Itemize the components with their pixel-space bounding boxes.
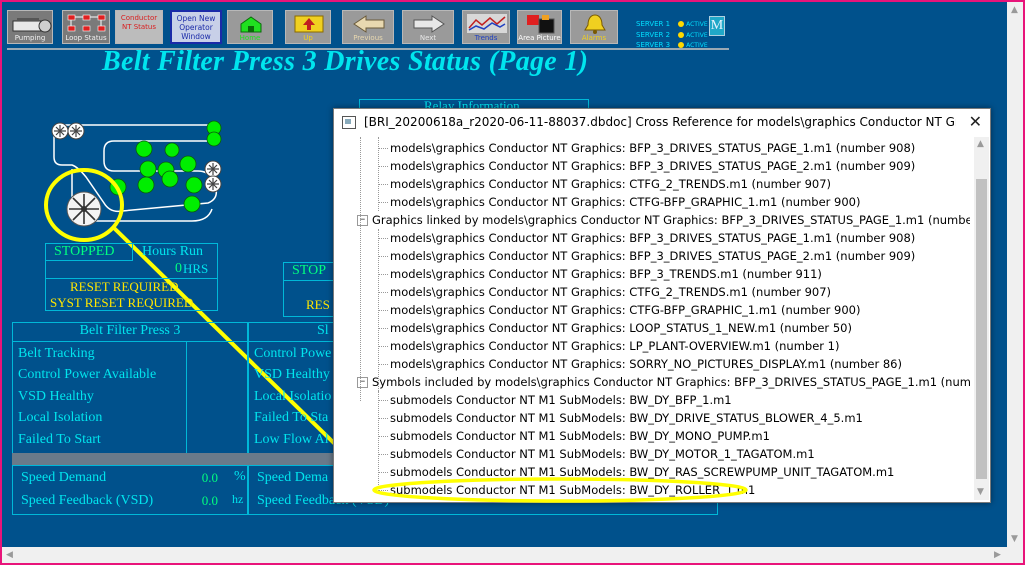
tree-item[interactable]: models\graphics Conductor NT Graphics: B… xyxy=(390,247,915,265)
tree-item[interactable]: models\graphics Conductor NT Graphics: L… xyxy=(390,337,839,355)
tree-connector xyxy=(378,184,388,185)
tree-connector xyxy=(378,274,388,275)
collapse-toggle-icon[interactable]: − xyxy=(357,377,368,388)
status-row: Local Isolation xyxy=(18,410,103,425)
tree-connector xyxy=(378,292,388,293)
tree-connector xyxy=(378,256,388,257)
scroll-up-icon[interactable]: ▲ xyxy=(977,139,984,149)
hours-run-value: 0 xyxy=(175,261,182,276)
tree-connector xyxy=(378,166,388,167)
tree-item[interactable]: models\graphics Conductor NT Graphics: B… xyxy=(390,157,915,175)
status-row: Low Flow Al xyxy=(254,432,329,447)
tree-item[interactable]: submodels Conductor NT M1 SubModels: BW_… xyxy=(390,445,815,463)
tree-item[interactable]: models\graphics Conductor NT Graphics: S… xyxy=(390,355,902,373)
tree-connector xyxy=(378,400,388,401)
scrollbar-corner xyxy=(1007,547,1023,563)
scroll-right-icon[interactable]: ▶ xyxy=(994,550,1001,560)
scrollbar-thumb[interactable] xyxy=(976,179,987,479)
speed-feedback-unit: hz xyxy=(232,492,244,506)
status-row: Failed To Sta xyxy=(254,410,329,425)
dialog-title: [BRI_20200618a_r2020-06-11-88037.dbdoc] … xyxy=(364,115,956,129)
tree-item[interactable]: models\graphics Conductor NT Graphics: B… xyxy=(390,229,915,247)
scroll-down-icon[interactable]: ▼ xyxy=(1011,534,1018,544)
panel-separator xyxy=(12,453,248,465)
vertical-scrollbar[interactable]: ▲ ▼ xyxy=(1007,2,1023,547)
drive1-state: STOPPED xyxy=(54,244,115,259)
panel-header: Sl xyxy=(317,323,329,338)
tree-guide-line xyxy=(360,137,361,401)
status-row: Control Power Available xyxy=(18,367,157,382)
tree-connector xyxy=(378,418,388,419)
hours-run-label: Hours Run xyxy=(142,244,204,259)
tree-item[interactable]: models\graphics Conductor NT Graphics: C… xyxy=(390,301,860,319)
speed-feedback-label: Speed Feedback (VSD) xyxy=(21,493,154,508)
status-row: VSD Healthy xyxy=(254,367,330,382)
speed-demand-unit: % xyxy=(234,469,246,484)
status-row: Control Powe xyxy=(254,346,332,361)
highlight-circle xyxy=(44,168,124,242)
close-icon[interactable]: ✕ xyxy=(969,112,982,131)
speed-demand-label: Speed Dema xyxy=(257,470,329,485)
window-icon xyxy=(342,116,356,129)
tree-connector xyxy=(378,436,388,437)
tree-item[interactable]: models\graphics Conductor NT Graphics: C… xyxy=(390,193,860,211)
tree-connector xyxy=(378,454,388,455)
scroll-down-icon[interactable]: ▼ xyxy=(977,487,984,497)
tree-item[interactable]: models\graphics Conductor NT Graphics: L… xyxy=(390,319,852,337)
tree-connector xyxy=(378,364,388,365)
tree-item[interactable]: models\graphics Conductor NT Graphics: B… xyxy=(390,139,915,157)
reset-required-label: RESET REQUIRED xyxy=(70,279,179,294)
tree-connector xyxy=(378,346,388,347)
tree-item[interactable]: models\graphics Conductor NT Graphics: C… xyxy=(390,175,831,193)
hours-run-unit: HRS xyxy=(183,261,209,276)
syst-reset-required-label: SYST RESET REQUIRED xyxy=(50,295,194,310)
cross-reference-dialog: [BRI_20200618a_r2020-06-11-88037.dbdoc] … xyxy=(333,108,991,503)
collapse-toggle-icon[interactable]: − xyxy=(357,215,368,226)
tree-item[interactable]: submodels Conductor NT M1 SubModels: BW_… xyxy=(390,409,863,427)
tree-connector xyxy=(378,238,388,239)
tree-connector xyxy=(378,310,388,311)
tree-item[interactable]: submodels Conductor NT M1 SubModels: BW_… xyxy=(390,427,770,445)
scroll-up-icon[interactable]: ▲ xyxy=(1011,5,1018,15)
panel-header: Belt Filter Press 3 xyxy=(79,323,181,338)
dialog-scrollbar[interactable]: ▲ ▼ xyxy=(974,137,989,500)
speed-feedback-value: 0.0 xyxy=(201,493,218,508)
tree-item[interactable]: models\graphics Conductor NT Graphics: B… xyxy=(390,265,822,283)
speed-demand-label: Speed Demand xyxy=(21,470,107,485)
speed-demand-value: 0.0 xyxy=(201,470,218,485)
screenshot-frame: Pumping Loop Status Conductor NT Status … xyxy=(0,0,1025,565)
panel-divider xyxy=(186,342,187,455)
drive2-reset-label: RES xyxy=(306,297,330,312)
status-row: Belt Tracking xyxy=(18,346,95,361)
roller-highlight-ellipse xyxy=(372,477,748,503)
scada-display: Pumping Loop Status Conductor NT Status … xyxy=(2,2,1007,547)
tree-item[interactable]: models\graphics Conductor NT Graphics: C… xyxy=(390,283,831,301)
tree-group-header[interactable]: Symbols included by models\graphics Cond… xyxy=(372,373,970,391)
tree-guide-line xyxy=(378,137,379,211)
tree-connector xyxy=(378,202,388,203)
horizontal-scrollbar[interactable]: ◀ ▶ xyxy=(2,547,1007,563)
tree-connector xyxy=(378,148,388,149)
tree-connector xyxy=(378,472,388,473)
drive2-state: STOP xyxy=(292,263,326,278)
tree-item[interactable]: submodels Conductor NT M1 SubModels: BW_… xyxy=(390,391,732,409)
status-row: VSD Healthy xyxy=(18,389,94,404)
tree-connector xyxy=(378,328,388,329)
status-row: Failed To Start xyxy=(18,432,101,447)
tree-group-header[interactable]: Graphics linked by models\graphics Condu… xyxy=(372,211,970,229)
scroll-left-icon[interactable]: ◀ xyxy=(6,550,13,560)
status-row: Local Isolatio xyxy=(254,389,332,404)
cross-reference-tree: models\graphics Conductor NT Graphics: B… xyxy=(338,137,970,499)
